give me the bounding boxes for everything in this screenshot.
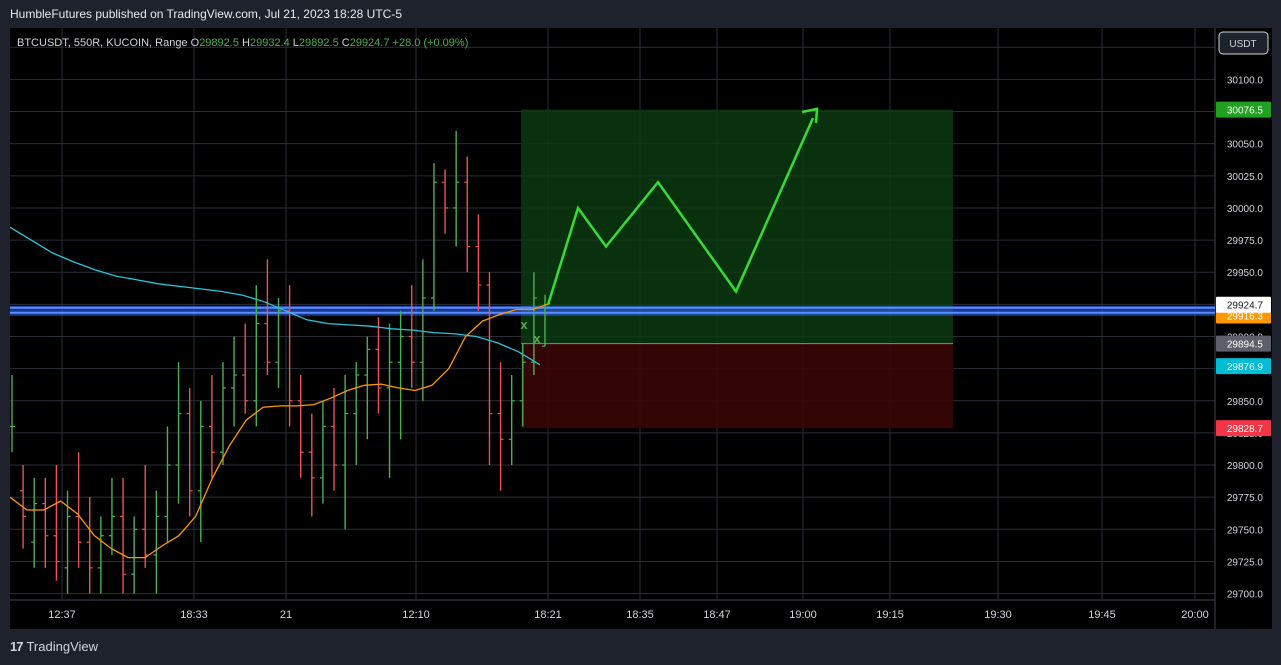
y-tick-label: 29800.0 bbox=[1227, 461, 1264, 472]
y-tick-label: 30025.0 bbox=[1227, 172, 1264, 183]
legend-h-label: H bbox=[242, 37, 250, 49]
legend-c-value: 29924.7 bbox=[350, 37, 393, 49]
x-tick-label: 18:35 bbox=[626, 609, 654, 621]
publish-header: HumbleFutures published on TradingView.c… bbox=[0, 0, 1281, 28]
price-label-target: 30076.5 bbox=[1216, 101, 1271, 118]
y-tick-label: 29700.0 bbox=[1227, 590, 1264, 601]
tradingview-logo-icon: 17 bbox=[10, 639, 24, 654]
x-tick-label: 18:21 bbox=[534, 609, 562, 621]
price-label-text: 30076.5 bbox=[1227, 106, 1264, 117]
publish-info: HumbleFutures published on TradingView.c… bbox=[10, 7, 402, 21]
price-label-last: 29924.7 bbox=[1216, 296, 1271, 313]
legend-l-value: 29892.5 bbox=[299, 37, 342, 49]
y-tick-label: 30100.0 bbox=[1227, 75, 1264, 86]
tradingview-logo[interactable]: 17 TradingView bbox=[10, 639, 98, 654]
legend-c-label: C bbox=[342, 37, 350, 49]
price-label-entry: 29894.5 bbox=[1216, 335, 1271, 352]
y-tick-label: 30000.0 bbox=[1227, 204, 1264, 215]
y-tick-label: 29725.0 bbox=[1227, 557, 1264, 568]
y-tick-label: 29975.0 bbox=[1227, 236, 1264, 247]
x-tick-label: 19:00 bbox=[789, 609, 817, 621]
legend-change: +28.0 (+0.09%) bbox=[393, 37, 469, 49]
legend-h-value: 29932.4 bbox=[250, 37, 293, 49]
y-tick-label: 30050.0 bbox=[1227, 140, 1264, 151]
y-tick-label: 29750.0 bbox=[1227, 525, 1264, 536]
x-tick-label: 19:30 bbox=[984, 609, 1012, 621]
legend-o-value: 29892.5 bbox=[199, 37, 242, 49]
entry-marker: x bbox=[533, 331, 541, 346]
ohlc-legend: BTCUSDT, 550R, KUCOIN, Range O29892.5 H2… bbox=[17, 37, 468, 49]
y-tick-label: 29850.0 bbox=[1227, 397, 1264, 408]
x-tick-label: 18:33 bbox=[180, 609, 208, 621]
currency-button-label: USDT bbox=[1229, 39, 1256, 50]
price-label-text: 29916.3 bbox=[1227, 312, 1264, 323]
x-tick-label: 12:37 bbox=[48, 609, 76, 621]
currency-button[interactable]: USDT bbox=[1218, 31, 1269, 55]
x-tick-label: 19:15 bbox=[876, 609, 904, 621]
price-label-text: 29894.5 bbox=[1227, 340, 1264, 351]
x-tick-label: 20:00 bbox=[1181, 609, 1209, 621]
price-label-text: 29828.7 bbox=[1227, 424, 1264, 435]
footer: 17 TradingView bbox=[0, 629, 1281, 665]
price-label-ema-slow: 29876.9 bbox=[1216, 358, 1271, 375]
price-label-text: 29924.7 bbox=[1227, 301, 1264, 312]
price-chart[interactable]: 29700.029725.029750.029775.029800.029825… bbox=[10, 28, 1272, 629]
loss-zone bbox=[521, 343, 953, 429]
price-label-text: 29876.9 bbox=[1227, 362, 1264, 373]
x-tick-label: 12:10 bbox=[402, 609, 430, 621]
tradingview-logo-text: TradingView bbox=[26, 639, 99, 654]
x-tick-label: 19:45 bbox=[1088, 609, 1116, 621]
chart-frame[interactable]: 29700.029725.029750.029775.029800.029825… bbox=[10, 28, 1272, 629]
y-tick-label: 29775.0 bbox=[1227, 493, 1264, 504]
price-label-stop: 29828.7 bbox=[1216, 420, 1271, 437]
entry-marker: x bbox=[520, 317, 528, 332]
legend-symbol: BTCUSDT, 550R, KUCOIN, Range bbox=[17, 37, 191, 49]
x-tick-label: 18:47 bbox=[703, 609, 731, 621]
x-tick-label: 21 bbox=[280, 609, 292, 621]
y-tick-label: 29950.0 bbox=[1227, 268, 1264, 279]
